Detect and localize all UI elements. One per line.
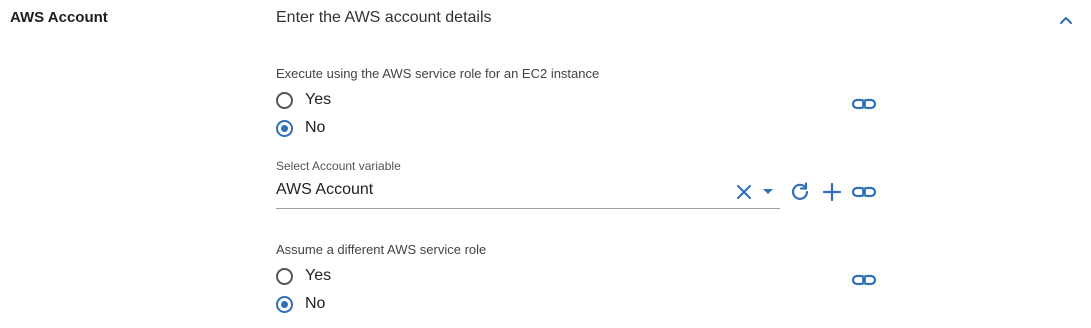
account-variable-select[interactable]: AWS Account <box>276 178 780 209</box>
assume-role-no-label: No <box>305 295 326 312</box>
assume-role-yes-radio[interactable] <box>276 267 293 285</box>
chevron-up-icon[interactable] <box>1055 9 1077 31</box>
account-variable-label: Select Account variable <box>276 159 401 173</box>
ec2-role-yes-option[interactable]: Yes <box>276 88 331 112</box>
assume-role-yes-label: Yes <box>305 267 332 284</box>
ec2-role-label: Execute using the AWS service role for a… <box>276 66 600 81</box>
assume-role-label: Assume a different AWS service role <box>276 242 487 257</box>
dropdown-arrow-icon[interactable] <box>761 186 775 198</box>
assume-role-yes-option[interactable]: Yes <box>276 264 331 288</box>
assume-role-no-option[interactable]: No <box>276 292 325 316</box>
add-icon[interactable] <box>821 181 843 203</box>
refresh-icon[interactable] <box>789 181 811 203</box>
section-heading: Enter the AWS account details <box>276 9 492 26</box>
clear-icon[interactable] <box>735 183 753 201</box>
section-title: AWS Account <box>10 9 108 26</box>
link-icon[interactable] <box>851 93 877 115</box>
link-icon[interactable] <box>851 181 877 203</box>
ec2-role-yes-label: Yes <box>305 91 332 108</box>
account-variable-value: AWS Account <box>276 181 374 198</box>
ec2-role-no-label: No <box>305 119 326 136</box>
ec2-role-no-option[interactable]: No <box>276 116 325 140</box>
ec2-role-no-radio[interactable] <box>276 119 293 137</box>
link-icon[interactable] <box>851 269 877 291</box>
assume-role-no-radio[interactable] <box>276 295 293 313</box>
ec2-role-yes-radio[interactable] <box>276 91 293 109</box>
